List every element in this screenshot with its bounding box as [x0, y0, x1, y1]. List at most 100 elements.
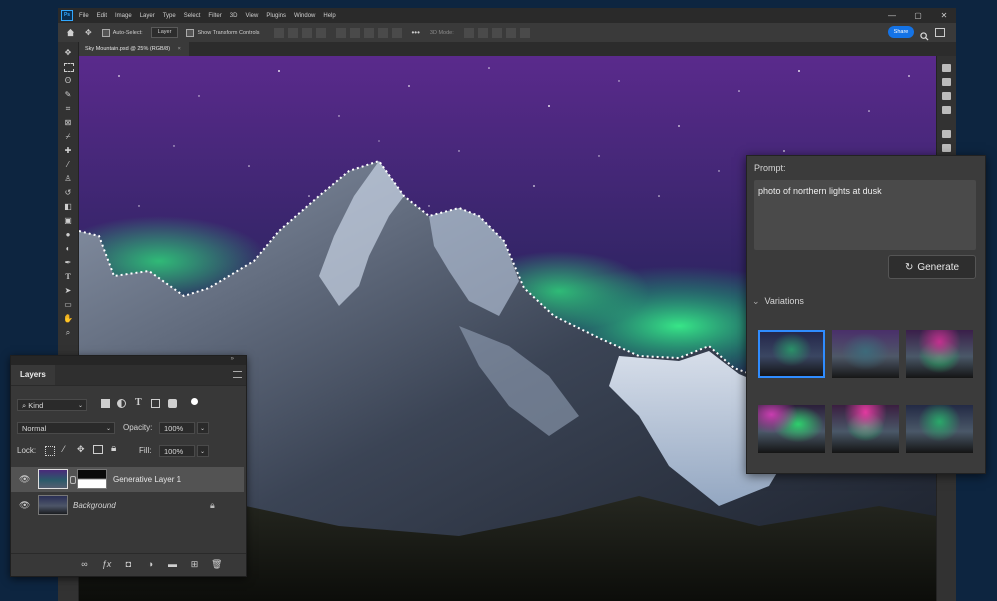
marquee-tool-icon[interactable]: [63, 62, 74, 72]
align-left-icon[interactable]: [273, 27, 284, 38]
visibility-eye-icon[interactable]: 👁︎: [19, 500, 30, 510]
new-group-icon[interactable]: ▬: [167, 559, 178, 570]
color-panel-icon[interactable]: [942, 64, 951, 72]
maximize-icon[interactable]: ▢: [906, 8, 930, 23]
lock-transparent-icon[interactable]: [45, 446, 55, 456]
swatches-panel-icon[interactable]: [942, 78, 951, 86]
3d-rotate-icon[interactable]: [463, 27, 474, 38]
search-icon[interactable]: [920, 28, 929, 41]
lock-position-icon[interactable]: ✥: [77, 444, 85, 455]
3d-scale-icon[interactable]: [519, 27, 530, 38]
delete-layer-icon[interactable]: 🗑︎: [211, 559, 222, 570]
distribute-middle-icon[interactable]: [349, 27, 360, 38]
crop-tool-icon[interactable]: ⌗: [63, 104, 73, 114]
eyedropper-tool-icon[interactable]: ⌿: [63, 132, 73, 142]
shape-filter-icon[interactable]: [151, 399, 160, 408]
tab-close-icon[interactable]: ×: [178, 46, 181, 52]
adjustment-filter-icon[interactable]: [117, 399, 126, 408]
variation-thumbnail[interactable]: [832, 330, 899, 378]
menu-edit[interactable]: Edit: [97, 13, 107, 19]
show-transform-checkbox[interactable]: Show Transform Controls: [186, 28, 260, 37]
lock-all-icon[interactable]: 🔒︎: [111, 443, 116, 454]
fill-slider-toggle[interactable]: ⌄: [197, 445, 209, 457]
auto-select-dropdown[interactable]: Layer: [150, 27, 179, 38]
pixel-filter-icon[interactable]: [101, 399, 110, 408]
add-mask-icon[interactable]: ◘: [123, 559, 134, 570]
fill-input[interactable]: 100%: [159, 445, 195, 457]
blur-tool-icon[interactable]: ●: [63, 230, 73, 240]
variation-thumbnail[interactable]: [832, 405, 899, 453]
patterns-panel-icon[interactable]: [942, 106, 951, 114]
opacity-input[interactable]: 100%: [159, 422, 195, 434]
move-tool-icon[interactable]: ✥: [63, 48, 73, 58]
prompt-input[interactable]: photo of northern lights at dusk: [754, 180, 976, 250]
layer-row[interactable]: 👁︎ Generative Layer 1: [11, 467, 244, 492]
menu-filter[interactable]: Filter: [208, 13, 221, 19]
3d-pan-icon[interactable]: [491, 27, 502, 38]
properties-panel-icon[interactable]: [942, 130, 951, 138]
menu-select[interactable]: Select: [184, 13, 201, 19]
auto-select-value[interactable]: Layer: [150, 27, 179, 38]
type-filter-icon[interactable]: T: [135, 397, 142, 408]
dodge-tool-icon[interactable]: ◐: [63, 244, 73, 254]
clone-stamp-tool-icon[interactable]: ♙: [63, 174, 73, 184]
blend-mode-select[interactable]: Normal ⌄: [17, 422, 115, 434]
menu-layer[interactable]: Layer: [140, 13, 155, 19]
opacity-slider-toggle[interactable]: ⌄: [197, 422, 209, 434]
distribute-horizontal-icon[interactable]: [391, 27, 402, 38]
variations-header[interactable]: ⌄ Variations: [752, 296, 804, 307]
panel-menu-icon[interactable]: [233, 371, 242, 378]
layer-mask-thumbnail[interactable]: [77, 469, 107, 489]
distribute-spacing-icon[interactable]: [377, 27, 388, 38]
home-icon[interactable]: [66, 28, 75, 37]
menu-view[interactable]: View: [245, 13, 258, 19]
minimize-icon[interactable]: —: [880, 8, 904, 23]
gradient-tool-icon[interactable]: ▣: [63, 216, 73, 226]
move-tool-icon[interactable]: ✥: [85, 28, 92, 37]
generate-button[interactable]: ↻ Generate: [888, 255, 976, 279]
gradients-panel-icon[interactable]: [942, 92, 951, 100]
menu-help[interactable]: Help: [323, 13, 335, 19]
visibility-eye-icon[interactable]: 👁︎: [19, 474, 30, 484]
auto-select-checkbox[interactable]: Auto-Select:: [101, 28, 143, 37]
distribute-bottom-icon[interactable]: [363, 27, 374, 38]
menu-window[interactable]: Window: [294, 13, 315, 19]
menu-plugins[interactable]: Plugins: [266, 13, 286, 19]
history-brush-tool-icon[interactable]: ↺: [63, 188, 73, 198]
align-center-icon[interactable]: [287, 27, 298, 38]
share-button[interactable]: Share: [888, 26, 914, 38]
zoom-tool-icon[interactable]: ⌕: [63, 328, 73, 338]
brush-tool-icon[interactable]: ⁄: [63, 160, 73, 170]
menu-3d[interactable]: 3D: [230, 13, 238, 19]
more-options-icon[interactable]: •••: [412, 28, 420, 37]
type-tool-icon[interactable]: T: [63, 272, 73, 282]
3d-roll-icon[interactable]: [477, 27, 488, 38]
fx-icon[interactable]: ƒx: [101, 559, 112, 570]
healing-brush-tool-icon[interactable]: ✚: [63, 146, 73, 156]
tab-layers[interactable]: Layers: [11, 365, 55, 385]
eraser-tool-icon[interactable]: ◧: [63, 202, 73, 212]
close-icon[interactable]: ✕: [932, 8, 956, 23]
new-adjustment-layer-icon[interactable]: ◑: [145, 559, 156, 570]
menu-file[interactable]: File: [79, 13, 89, 19]
lasso-tool-icon[interactable]: ʘ: [63, 76, 73, 86]
distribute-icon[interactable]: [335, 27, 346, 38]
path-selection-tool-icon[interactable]: ➤: [63, 286, 73, 296]
filter-toggle-icon[interactable]: [191, 398, 198, 405]
3d-slide-icon[interactable]: [505, 27, 516, 38]
hand-tool-icon[interactable]: ✋: [63, 314, 73, 324]
rectangle-tool-icon[interactable]: ▭: [63, 300, 73, 310]
quick-selection-tool-icon[interactable]: ✎: [63, 90, 73, 100]
link-layers-icon[interactable]: ∞: [79, 559, 90, 570]
variation-thumbnail[interactable]: [758, 330, 825, 378]
lock-artboard-icon[interactable]: [93, 445, 103, 454]
smart-object-filter-icon[interactable]: [168, 399, 177, 408]
menu-type[interactable]: Type: [163, 13, 176, 19]
variation-thumbnail[interactable]: [758, 405, 825, 453]
workspace-icon[interactable]: [935, 28, 945, 37]
pen-tool-icon[interactable]: ✒: [63, 258, 73, 268]
document-tab[interactable]: Sky Mountain.psd @ 25% (RGB/8) ×: [79, 42, 189, 56]
lock-pixels-icon[interactable]: ⁄: [63, 444, 65, 454]
frame-tool-icon[interactable]: ⊠: [63, 118, 73, 128]
variation-thumbnail[interactable]: [906, 405, 973, 453]
